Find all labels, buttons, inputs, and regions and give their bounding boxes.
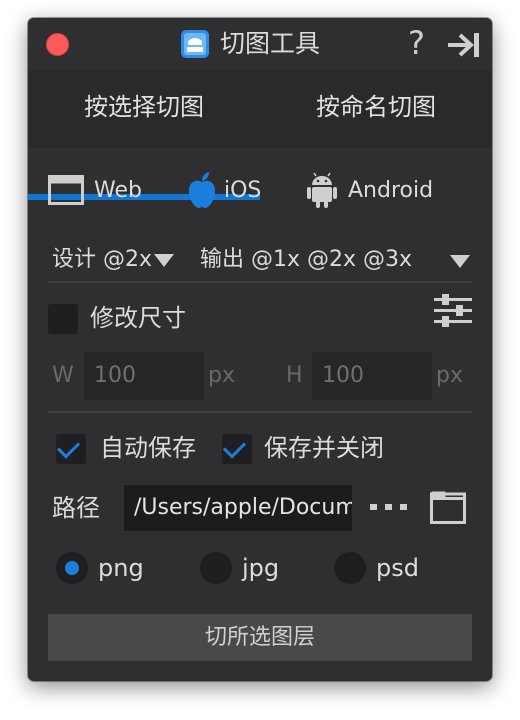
resize-checkbox[interactable] [48, 304, 78, 334]
platform-android-label: Android [348, 177, 434, 203]
format-psd-radio[interactable] [334, 552, 366, 584]
cut-selected-layers-button[interactable]: 切所选图层 [48, 614, 472, 661]
help-icon[interactable]: ? [408, 24, 425, 62]
path-label: 路径 [52, 494, 100, 522]
title-bar: 切图工具 ? [28, 18, 492, 70]
mode-tabs: 按选择切图 按命名切图 [28, 70, 492, 200]
output-chevron-down-icon[interactable] [450, 255, 470, 268]
width-label: W [52, 363, 74, 388]
divider [48, 281, 472, 283]
width-unit: px [208, 363, 235, 388]
design-scale-select[interactable]: 设计 @2x [52, 245, 175, 275]
format-jpg-radio[interactable] [200, 552, 232, 584]
output-scale-select[interactable]: 输出 @1x @2x @3x [200, 245, 412, 275]
save-and-close-checkbox[interactable] [222, 434, 252, 464]
cut-tool-panel: 切图工具 ? 按选择切图 按命名切图 Web iOS Android 设计 @2… [28, 18, 492, 681]
platform-android[interactable]: Android [306, 170, 433, 210]
auto-save-checkbox[interactable] [56, 434, 86, 464]
radio-selected-dot [65, 561, 79, 575]
tab-cut-by-name[interactable]: 按命名切图 [260, 70, 492, 148]
tab-cut-by-selection[interactable]: 按选择切图 [28, 70, 260, 148]
folder-icon[interactable] [430, 490, 466, 524]
platform-ios-label: iOS [224, 177, 262, 203]
android-icon [307, 172, 337, 208]
design-scale-value: 设计 @2x [52, 247, 153, 272]
checkmark-icon [56, 435, 81, 459]
adjust-sliders-icon[interactable] [434, 294, 472, 328]
save-and-close-label: 保存并关闭 [264, 434, 384, 462]
divider [48, 411, 472, 413]
platform-ios[interactable]: iOS [186, 170, 261, 210]
format-psd-label: psd [376, 554, 419, 582]
resize-label: 修改尺寸 [90, 304, 186, 332]
path-input[interactable]: /Users/apple/Documents [124, 485, 352, 531]
height-input[interactable]: 100 [312, 352, 432, 400]
checkmark-icon [222, 435, 247, 459]
auto-save-label: 自动保存 [100, 434, 196, 462]
chevron-down-icon [154, 253, 175, 267]
window-title: 切图工具 [220, 29, 321, 58]
width-input[interactable]: 100 [84, 352, 204, 400]
format-png-label: png [98, 554, 144, 582]
more-options-icon[interactable] [370, 504, 408, 510]
close-button[interactable] [46, 33, 69, 56]
platform-web[interactable]: Web [48, 170, 142, 210]
format-jpg-label: jpg [242, 554, 280, 582]
apple-icon [189, 172, 215, 208]
app-icon [181, 30, 209, 58]
format-png-radio[interactable] [56, 552, 88, 584]
height-label: H [286, 363, 303, 388]
platform-web-label: Web [94, 177, 142, 203]
pin-panel-icon[interactable] [446, 30, 482, 60]
browser-window-icon [48, 175, 84, 205]
height-unit: px [436, 363, 463, 388]
output-scale-value: 输出 @1x @2x @3x [200, 247, 413, 272]
